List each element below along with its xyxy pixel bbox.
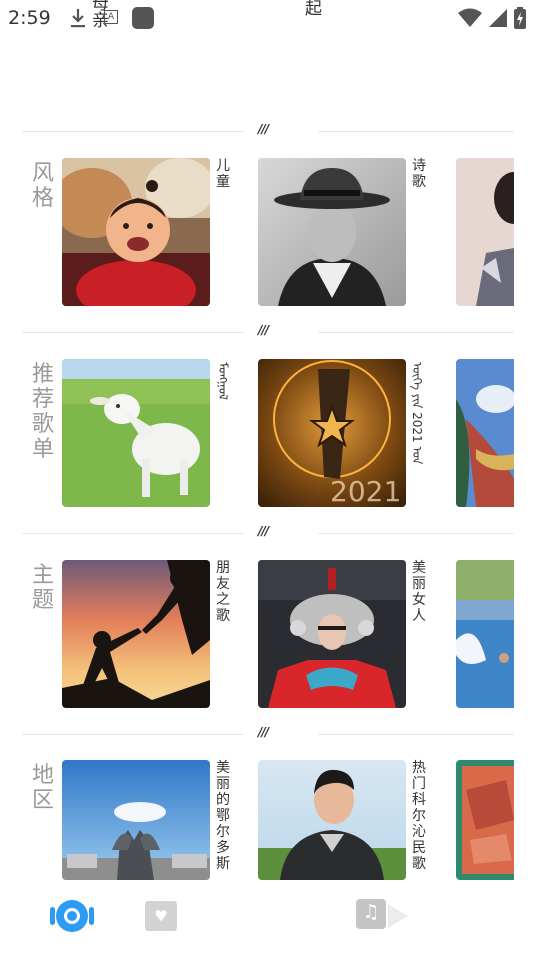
card-image-goat — [62, 359, 210, 507]
section-divider: /// — [22, 323, 514, 339]
music-note-icon[interactable]: ♫ — [356, 899, 386, 929]
playlist-card-poetry[interactable] — [258, 158, 406, 306]
card-image-golden-badge: 2021 — [258, 359, 406, 507]
home-radio-icon[interactable] — [50, 898, 94, 934]
card-image-lake-peek — [456, 560, 514, 708]
playlist-card-peek[interactable] — [456, 560, 514, 708]
playlist-card-peek[interactable] — [456, 158, 514, 306]
card-title: 儿童 — [216, 158, 230, 190]
playlist-card-peek[interactable] — [456, 760, 514, 880]
svg-text:2021: 2021 — [330, 475, 401, 507]
playlist-card-ordos[interactable] — [62, 760, 210, 880]
card-image-child — [62, 158, 210, 306]
notification-app-icon — [132, 7, 154, 29]
overlay-badge: A — [104, 10, 118, 24]
play-triangle-icon[interactable] — [388, 904, 408, 928]
card-title: ᠮᠣᠩᠭᠣᠯ — [216, 362, 230, 400]
card-image-man-hat — [258, 158, 406, 306]
divider-mark: /// — [258, 524, 269, 538]
card-image-woman-headdress — [258, 560, 406, 708]
favorites-heart-icon[interactable]: ♥ — [145, 901, 177, 931]
category-label-theme: 主题 — [31, 563, 54, 613]
playlist-card-children[interactable] — [62, 158, 210, 306]
status-bar: 2:59 母亲 A 起 — [0, 0, 536, 36]
card-image-painting-peek — [456, 359, 514, 507]
card-title: 美丽的鄂尔多斯 — [216, 760, 230, 872]
category-label-recommended: 推荐歌单 — [31, 362, 54, 462]
card-title: 朋友之歌 — [216, 560, 230, 624]
playlist-card-friends[interactable] — [62, 560, 210, 708]
divider-mark: /// — [258, 725, 269, 739]
overlay-lyric-text-2: 起 — [305, 0, 322, 19]
download-icon — [71, 9, 85, 28]
section-divider: /// — [22, 122, 514, 138]
card-image-horse-statue — [62, 760, 210, 880]
status-time: 2:59 — [8, 7, 51, 29]
card-title: 美丽女人 — [412, 560, 426, 624]
status-indicators — [458, 7, 526, 29]
playlist-card-peek[interactable] — [456, 359, 514, 507]
card-title: ᠦᠭᠡ ᠶᠢᠨ 2021 ᠣᠨ — [410, 362, 424, 465]
battery-charging-icon — [514, 7, 526, 29]
divider-mark: /// — [258, 122, 269, 136]
signal-icon — [489, 9, 507, 27]
section-divider: /// — [22, 725, 514, 741]
playlist-card-2021[interactable]: 2021 — [258, 359, 406, 507]
bottom-nav: ♥ ♫ — [0, 884, 536, 954]
card-image-silhouette — [62, 560, 210, 708]
card-image-young-man — [258, 760, 406, 880]
category-label-region: 地区 — [31, 763, 54, 813]
playlist-card-beautiful-woman[interactable] — [258, 560, 406, 708]
wifi-icon — [458, 8, 482, 27]
section-divider: /// — [22, 524, 514, 540]
card-image-woman-peek — [456, 158, 514, 306]
playlist-card-goat[interactable] — [62, 359, 210, 507]
divider-mark: /// — [258, 323, 269, 337]
card-image-abstract-peek — [456, 760, 514, 880]
playlist-card-horqin[interactable] — [258, 760, 406, 880]
card-title: 诗歌 — [412, 158, 426, 190]
category-label-style: 风格 — [31, 161, 54, 211]
card-title: 热门科尔沁民歌 — [412, 760, 426, 872]
